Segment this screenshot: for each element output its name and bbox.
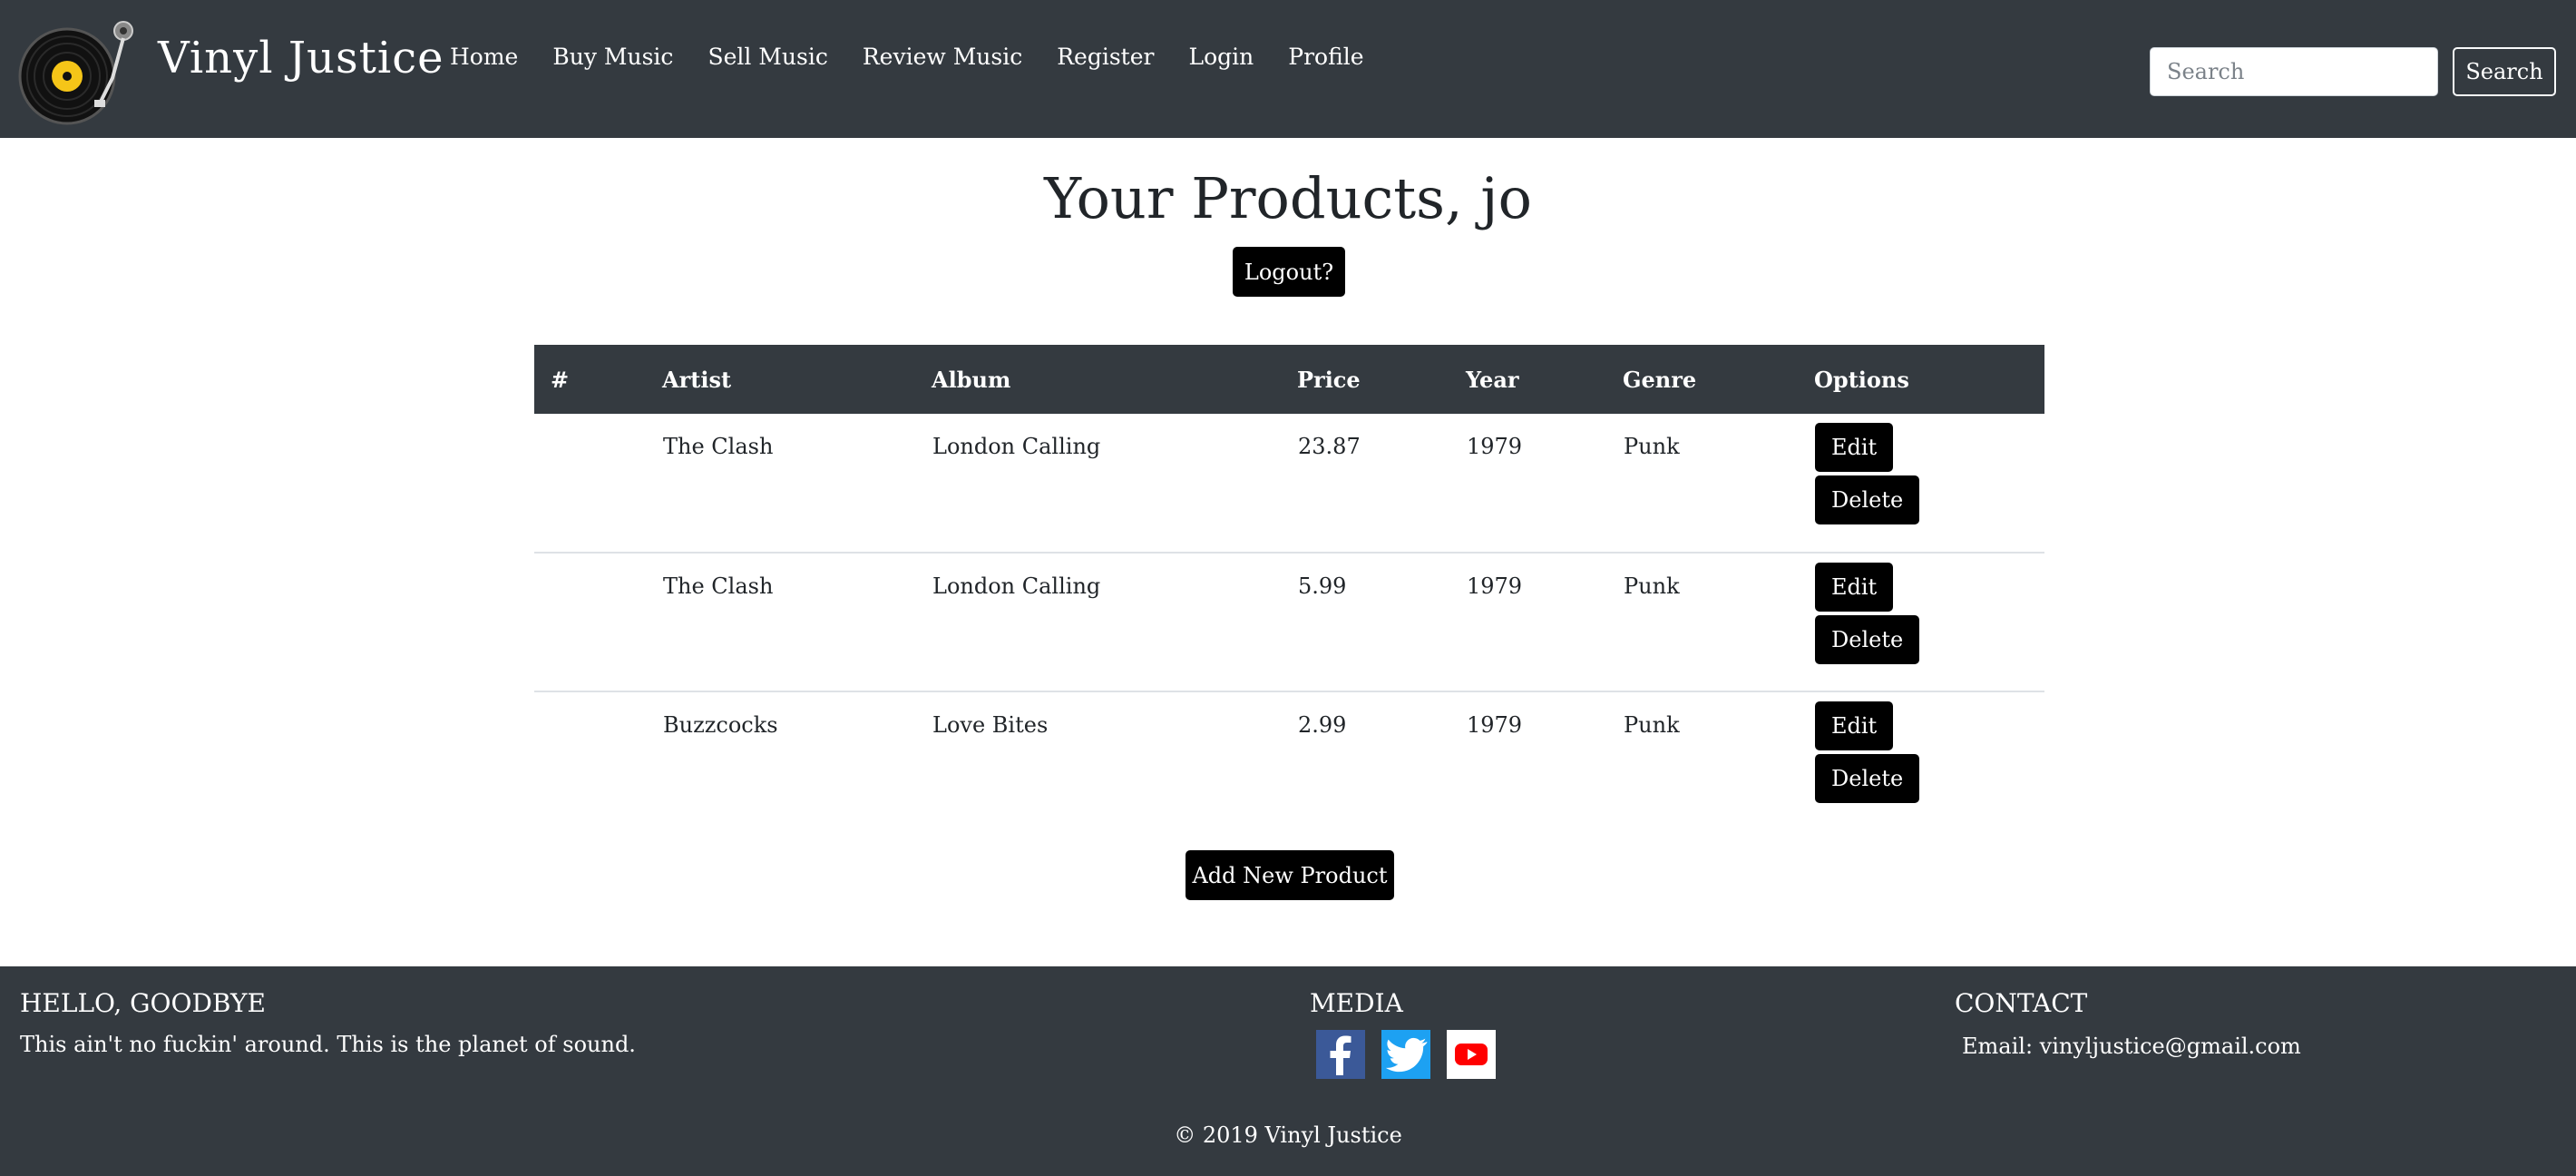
column-header-album: Album — [932, 366, 1011, 393]
cell-price: 5.99 — [1298, 573, 1347, 599]
cell-artist: The Clash — [663, 434, 774, 459]
add-new-product-button[interactable]: Add New Product — [1186, 850, 1394, 900]
footer-hello-heading: HELLO, GOODBYE — [20, 988, 266, 1018]
cell-number — [534, 553, 662, 691]
cell-price: 23.87 — [1298, 434, 1361, 459]
column-header-price: Price — [1297, 366, 1361, 393]
delete-button[interactable]: Delete — [1815, 615, 1920, 664]
search-input[interactable] — [2150, 47, 2438, 96]
nav-link-buy-music[interactable]: Buy Music — [552, 44, 673, 70]
products-table: # Artist Album Price Year Genre Options … — [534, 345, 2044, 830]
nav-link-review-music[interactable]: Review Music — [863, 44, 1022, 70]
footer-contact-heading: CONTACT — [1955, 988, 2088, 1018]
footer-contact-email: Email: vinyljustice@gmail.com — [1962, 1034, 2301, 1059]
twitter-icon[interactable] — [1381, 1030, 1430, 1079]
column-header-year: Year — [1466, 366, 1519, 393]
nav-links: Home Buy Music Sell Music Review Music R… — [450, 44, 1399, 70]
cell-genre: Punk — [1624, 573, 1680, 599]
cell-number — [534, 691, 662, 830]
cell-options: Edit Delete — [1814, 553, 2044, 691]
edit-button[interactable]: Edit — [1815, 701, 1894, 750]
column-header-options: Options — [1814, 366, 1909, 393]
nav-link-sell-music[interactable]: Sell Music — [707, 44, 827, 70]
nav-link-home[interactable]: Home — [450, 44, 518, 70]
logout-button[interactable]: Logout? — [1233, 247, 1345, 297]
navbar: Vinyl Justice Home Buy Music Sell Music … — [0, 0, 2576, 138]
cell-album: London Calling — [932, 434, 1101, 459]
table-row: The Clash London Calling 5.99 1979 Punk … — [534, 553, 2044, 691]
table-row: The Clash London Calling 23.87 1979 Punk… — [534, 414, 2044, 553]
nav-link-register[interactable]: Register — [1057, 44, 1154, 70]
delete-button[interactable]: Delete — [1815, 754, 1920, 803]
column-header-number: # — [551, 366, 570, 393]
cell-genre: Punk — [1624, 712, 1680, 738]
page-title: Your Products, jo — [1044, 165, 1532, 231]
footer-hello-text: This ain't no fuckin' around. This is th… — [20, 1032, 636, 1057]
vinyl-record-logo-icon[interactable] — [18, 15, 140, 125]
table-header-row: # Artist Album Price Year Genre Options — [534, 345, 2044, 414]
search-button[interactable]: Search — [2453, 47, 2556, 96]
cell-album: London Calling — [932, 573, 1101, 599]
footer: HELLO, GOODBYE This ain't no fuckin' aro… — [0, 966, 2576, 1176]
table-row: Buzzcocks Love Bites 2.99 1979 Punk Edit… — [534, 691, 2044, 830]
cell-genre: Punk — [1624, 434, 1680, 459]
cell-year: 1979 — [1467, 434, 1523, 459]
cell-options: Edit Delete — [1814, 691, 2044, 830]
cell-options: Edit Delete — [1814, 414, 2044, 553]
cell-number — [534, 414, 662, 553]
footer-media-heading: MEDIA — [1310, 988, 1403, 1018]
nav-link-profile[interactable]: Profile — [1288, 44, 1363, 70]
youtube-icon[interactable] — [1447, 1030, 1496, 1079]
column-header-artist: Artist — [662, 366, 732, 393]
facebook-icon[interactable] — [1316, 1030, 1365, 1079]
nav-link-login[interactable]: Login — [1188, 44, 1254, 70]
cell-year: 1979 — [1467, 573, 1523, 599]
brand-title[interactable]: Vinyl Justice — [158, 33, 444, 83]
cell-album: Love Bites — [932, 712, 1049, 738]
edit-button[interactable]: Edit — [1815, 563, 1894, 612]
delete-button[interactable]: Delete — [1815, 475, 1920, 524]
edit-button[interactable]: Edit — [1815, 423, 1894, 472]
cell-price: 2.99 — [1298, 712, 1347, 738]
cell-artist: Buzzcocks — [663, 712, 778, 738]
column-header-genre: Genre — [1623, 366, 1697, 393]
cell-year: 1979 — [1467, 712, 1523, 738]
cell-artist: The Clash — [663, 573, 774, 599]
footer-copyright: © 2019 Vinyl Justice — [1174, 1122, 1402, 1148]
